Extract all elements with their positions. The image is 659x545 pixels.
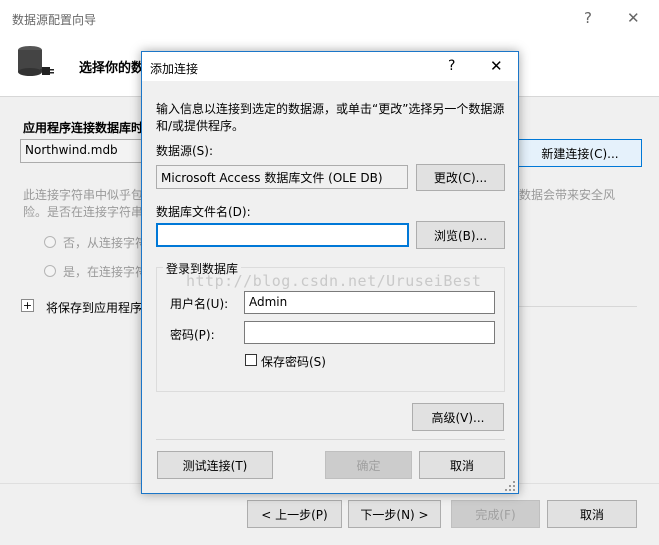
password-input[interactable] — [244, 321, 495, 344]
dialog-titlebar — [142, 52, 518, 81]
password-label: 密码(P): — [170, 328, 215, 342]
finish-button[interactable]: 完成(F) — [451, 500, 540, 528]
radio-no-label: 否，从连接字符 — [63, 236, 148, 250]
connection-dropdown[interactable]: Northwind.mdb — [20, 139, 145, 163]
warning-text-right: 数据会带来安全风 — [519, 188, 616, 202]
wizard-help-icon[interactable]: ? — [584, 9, 592, 27]
connection-section-label: 应用程序连接数据库时 — [23, 121, 144, 135]
radio-yes-label: 是，在连接字符 — [63, 265, 148, 279]
dialog-cancel-button[interactable]: 取消 — [419, 451, 505, 479]
change-button[interactable]: 更改(C)... — [416, 164, 505, 191]
save-password-label: 保存密码(S) — [261, 355, 326, 369]
ok-button[interactable]: 确定 — [325, 451, 412, 479]
database-connection-icon — [18, 46, 54, 76]
wizard-titlebar — [0, 0, 659, 34]
next-button[interactable]: 下一步(N) > — [348, 500, 441, 528]
dbfile-input[interactable] — [156, 223, 409, 247]
dbfile-label: 数据库文件名(D): — [156, 205, 251, 219]
wizard-cancel-button[interactable]: 取消 — [547, 500, 637, 528]
watermark-text: http://blog.csdn.net/UruseiBest — [186, 272, 482, 290]
radio-yes[interactable] — [44, 265, 56, 277]
browse-button[interactable]: 浏览(B)... — [416, 221, 505, 249]
dialog-divider — [156, 439, 505, 440]
expand-section-label: 将保存到应用程序 — [46, 301, 143, 315]
instruction-line2: 和/或提供程序。 — [156, 119, 245, 133]
radio-no[interactable] — [44, 236, 56, 248]
new-connection-button[interactable]: 新建连接(C)... — [518, 139, 642, 167]
wizard-header-text: 选择你的数 — [79, 61, 145, 76]
section-divider — [519, 306, 637, 307]
resize-grip-icon[interactable] — [504, 480, 516, 492]
save-password-checkbox[interactable] — [245, 354, 257, 366]
test-connection-button[interactable]: 测试连接(T) — [157, 451, 273, 479]
wizard-close-icon[interactable]: ✕ — [627, 9, 640, 27]
dialog-title: 添加连接 — [150, 62, 199, 76]
advanced-button[interactable]: 高级(V)... — [412, 403, 504, 431]
datasource-label: 数据源(S): — [156, 144, 214, 158]
expand-toggle-icon[interactable]: + — [21, 299, 34, 312]
wizard-title: 数据源配置向导 — [12, 13, 97, 27]
prev-button[interactable]: < 上一步(P) — [247, 500, 342, 528]
instruction-line1: 输入信息以连接到选定的数据源，或单击“更改”选择另一个数据源 — [156, 102, 505, 116]
dialog-close-icon[interactable]: ✕ — [490, 57, 503, 75]
warning-text-line2: 险。是否在连接字符串 — [23, 205, 144, 219]
username-label: 用户名(U): — [170, 297, 229, 311]
datasource-field: Microsoft Access 数据库文件 (OLE DB) — [156, 165, 408, 189]
dialog-help-icon[interactable]: ? — [448, 58, 455, 74]
username-input[interactable]: Admin — [244, 291, 495, 314]
warning-text-line1: 此连接字符串中似乎包 — [23, 188, 144, 202]
